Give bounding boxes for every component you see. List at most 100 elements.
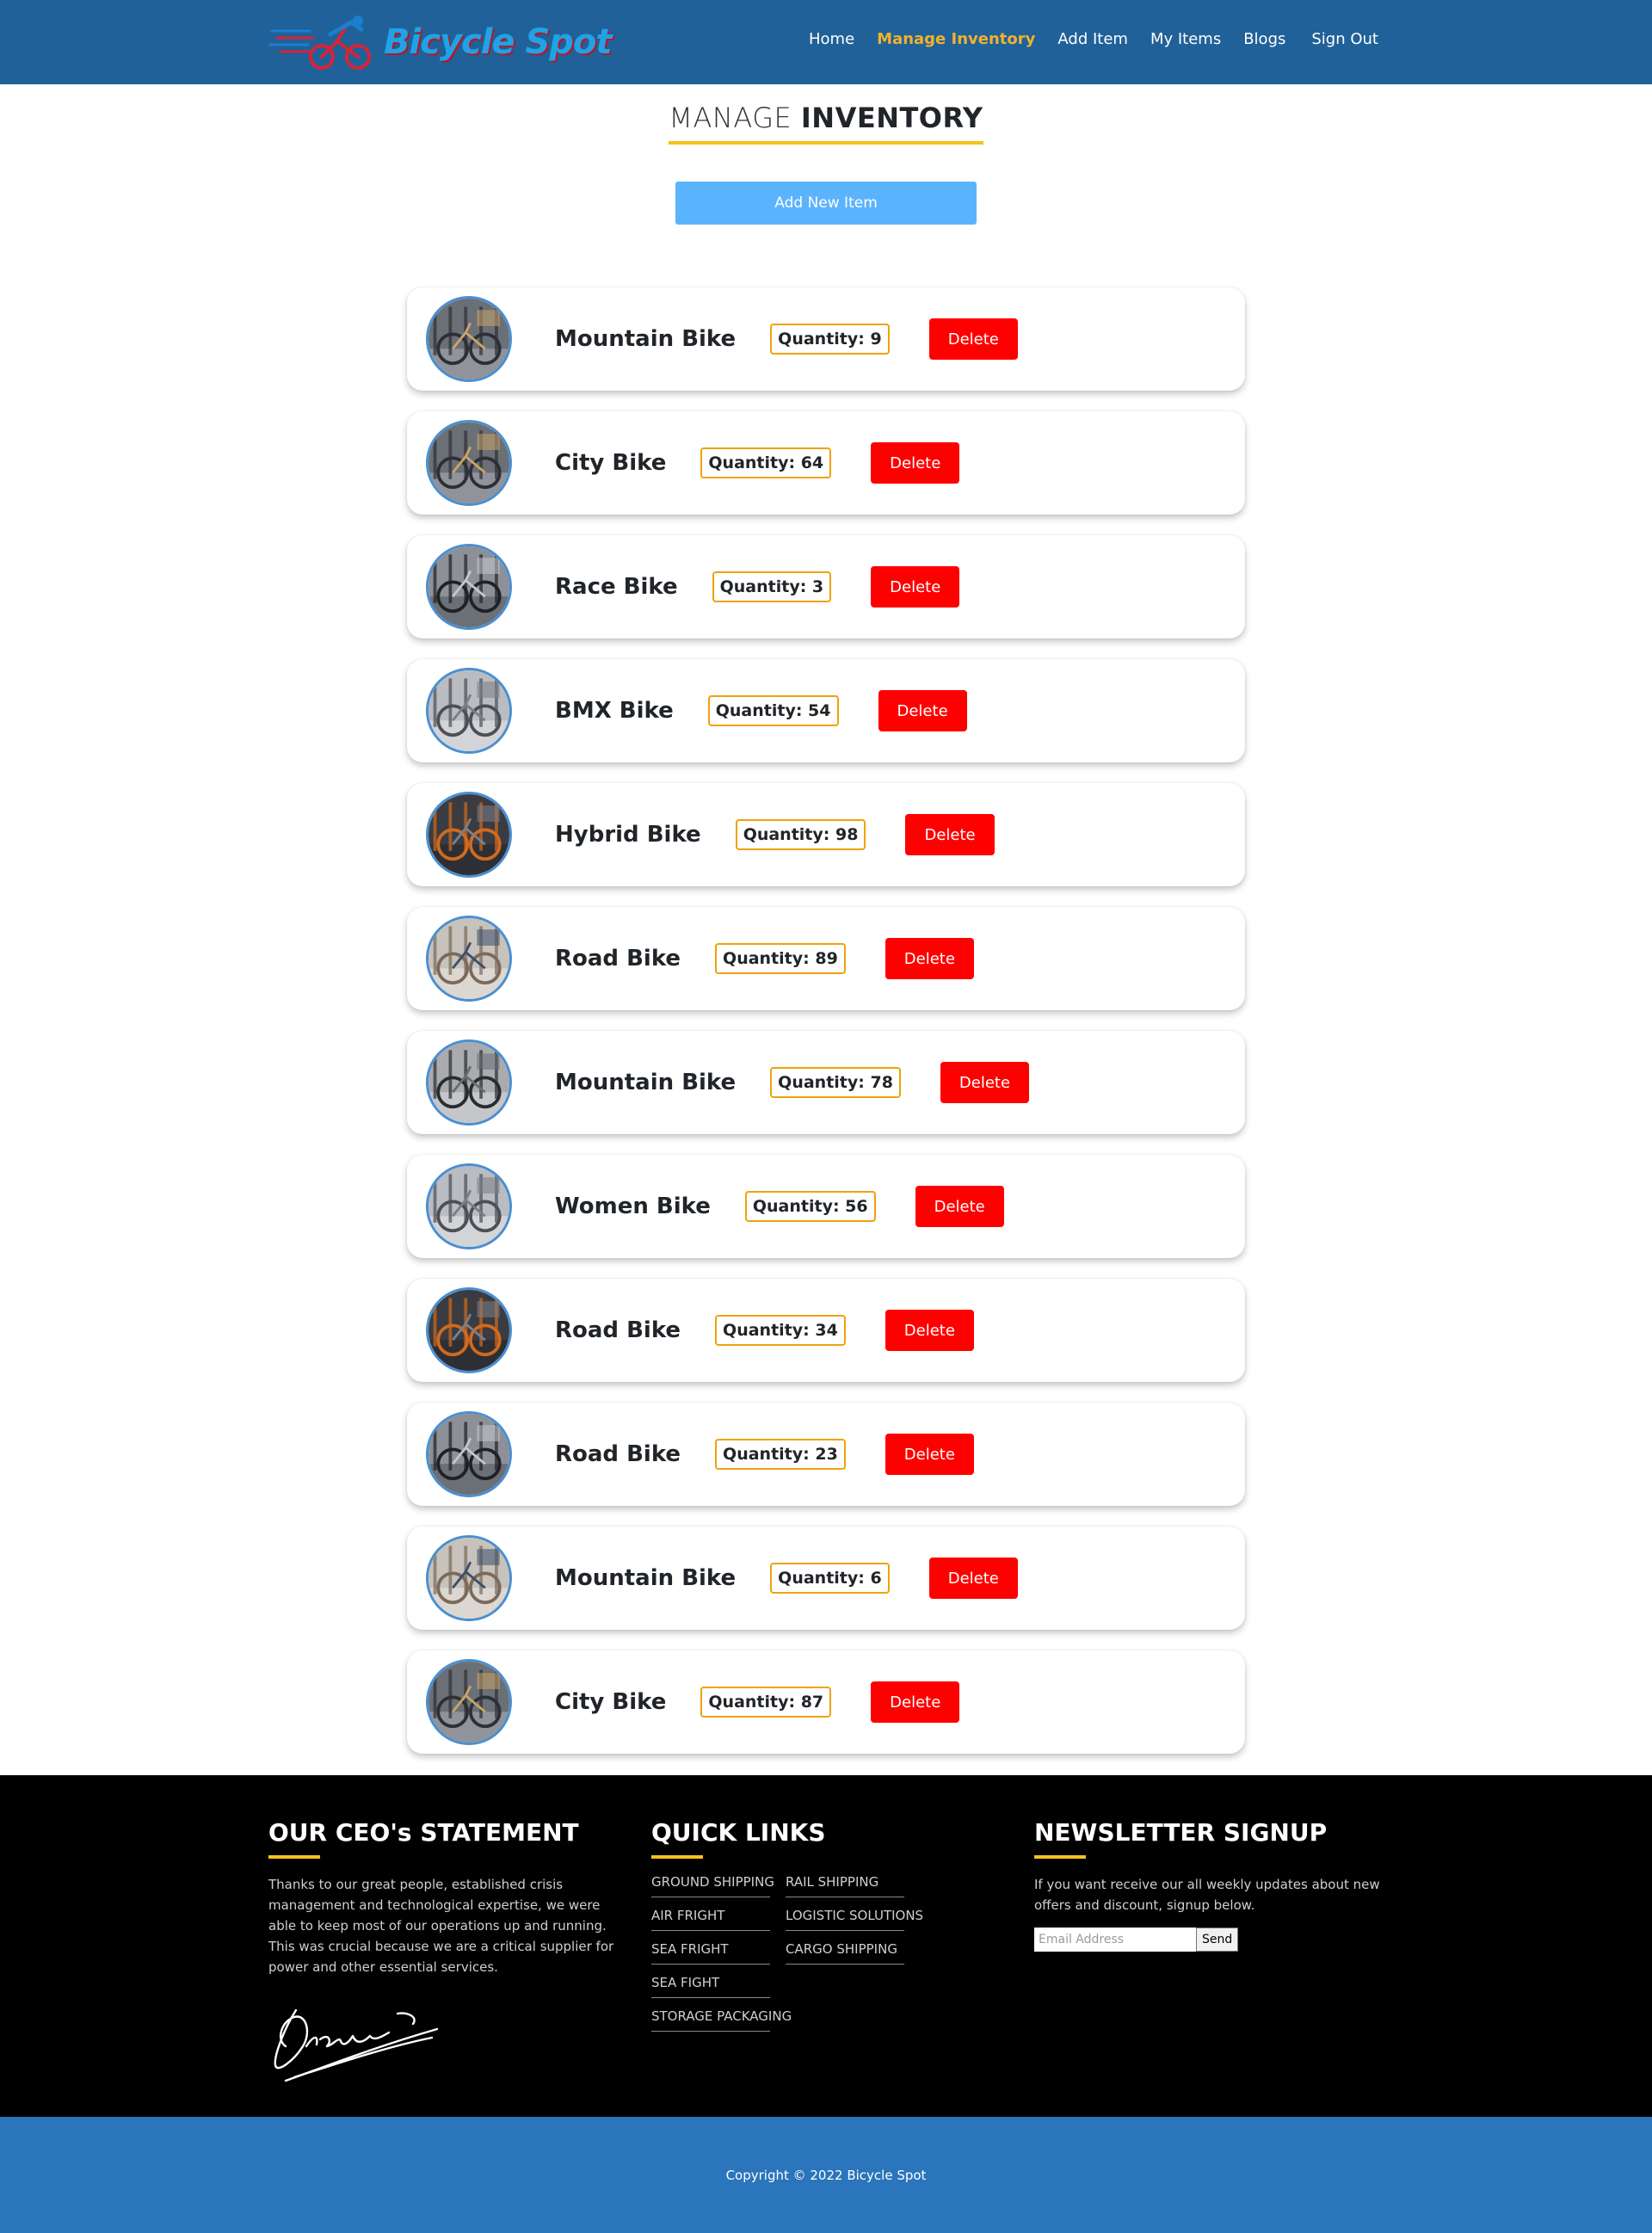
delete-button[interactable]: Delete [905,814,995,855]
item-details: Race Bike Quantity: 3 Delete [555,535,960,638]
item-quantity-badge: Quantity: 3 [712,571,832,602]
quick-links-section: QUICK LINKS GROUND SHIPPING RAIL SHIPPIN… [651,1818,978,2042]
footer: OUR CEO's STATEMENT Thanks to our great … [0,1775,1652,2117]
item-quantity-badge: Quantity: 6 [770,1563,890,1594]
item-image [426,296,512,382]
item-name: Road Bike [555,1441,681,1467]
bike-tires-photo [428,546,509,627]
ceo-statement-title: OUR CEO's STATEMENT [268,1818,579,1847]
grid-spacer [786,1975,904,2008]
item-quantity-badge: Quantity: 78 [770,1067,901,1098]
item-name: Race Bike [555,574,678,600]
navbar: Bicycle Spot Home Manage Inventory Add I… [0,0,1652,84]
delete-button[interactable]: Delete [928,318,1018,360]
quick-link-air-fright[interactable]: AIR FRIGHT [651,1908,770,1931]
cyclist-logo-icon [268,15,371,70]
item-quantity-badge: Quantity: 54 [707,695,839,726]
item-name: City Bike [555,450,667,476]
item-name: Road Bike [555,1317,681,1343]
nav-home[interactable]: Home [809,30,854,48]
quick-link-cargo-shipping[interactable]: CARGO SHIPPING [786,1941,904,1965]
bike-rack-photo [428,1290,509,1371]
inventory-item-card: Hybrid Bike Quantity: 98 Delete [407,783,1245,886]
send-button[interactable]: Send [1196,1928,1239,1952]
item-details: City Bike Quantity: 87 Delete [555,1650,960,1754]
page-heading: MANAGE INVENTORY [0,102,1652,145]
email-field[interactable] [1034,1928,1196,1952]
item-details: Road Bike Quantity: 34 Delete [555,1279,974,1382]
delete-button[interactable]: Delete [940,1062,1030,1103]
item-name: Mountain Bike [555,326,737,352]
title-underline [268,1855,320,1859]
mechanic-photo [428,1538,509,1619]
item-name: Hybrid Bike [555,822,701,848]
bike-shop-photo [428,1662,509,1743]
quick-link-rail-shipping[interactable]: RAIL SHIPPING [786,1874,904,1897]
bike-store-photo [428,1166,509,1247]
delete-button[interactable]: Delete [885,1310,974,1351]
ceo-statement-text: Thanks to our great people, established … [268,1877,614,1975]
nav-add-item[interactable]: Add Item [1057,30,1128,48]
item-details: BMX Bike Quantity: 54 Delete [555,659,967,762]
item-image [426,1163,512,1249]
newsletter-section: NEWSLETTER SIGNUP If you want receive ou… [1034,1818,1387,1952]
copyright-bar: Copyright © 2022 Bicycle Spot [0,2117,1652,2233]
page-title-light: MANAGE [669,102,792,134]
quick-link-logistic-solutions[interactable]: LOGISTIC SOLUTIONS [786,1908,923,1931]
bike-store-photo [428,670,509,751]
delete-button[interactable]: Delete [915,1186,1004,1227]
nav-manage-inventory[interactable]: Manage Inventory [877,30,1035,48]
item-image [426,1039,512,1126]
item-details: Mountain Bike Quantity: 78 Delete [555,1031,1030,1134]
nav-sign-out[interactable]: Sign Out [1311,30,1378,48]
item-image [426,668,512,754]
title-underline [651,1855,703,1859]
signature-icon [274,2008,439,2082]
inventory-item-card: City Bike Quantity: 87 Delete [407,1650,1245,1754]
nav-my-items[interactable]: My Items [1150,30,1221,48]
inventory-item-card: Mountain Bike Quantity: 9 Delete [407,287,1245,391]
brand-logo-link[interactable]: Bicycle Spot [268,12,613,72]
item-image [426,1287,512,1373]
delete-button[interactable]: Delete [871,566,960,608]
delete-button[interactable]: Delete [928,1558,1018,1599]
bike-rack-photo [428,794,509,875]
mechanic-photo [428,918,509,999]
delete-button[interactable]: Delete [871,442,960,484]
page-title: MANAGE INVENTORY [669,102,983,145]
quick-link-sea-fight[interactable]: SEA FIGHT [651,1975,770,1998]
item-details: Road Bike Quantity: 89 Delete [555,907,974,1010]
inventory-item-card: Road Bike Quantity: 23 Delete [407,1403,1245,1506]
item-image [426,420,512,506]
delete-button[interactable]: Delete [885,938,974,979]
add-new-item-button[interactable]: Add New Item [675,182,977,225]
inventory-item-card: Road Bike Quantity: 89 Delete [407,907,1245,1010]
item-quantity-badge: Quantity: 23 [715,1439,846,1470]
delete-button[interactable]: Delete [885,1434,974,1475]
item-name: Women Bike [555,1194,711,1219]
bike-tires-photo [428,1414,509,1495]
item-quantity-badge: Quantity: 56 [744,1191,876,1222]
item-name: BMX Bike [555,698,674,724]
inventory-item-card: Road Bike Quantity: 34 Delete [407,1279,1245,1382]
item-name: Mountain Bike [555,1565,737,1591]
brand-name: Bicycle Spot [384,22,613,62]
bike-wheels-photo [428,1042,509,1123]
item-name: Road Bike [555,946,681,972]
item-image [426,544,512,630]
nav-blogs[interactable]: Blogs [1243,30,1285,48]
quick-link-sea-fright[interactable]: SEA FRIGHT [651,1941,770,1965]
newsletter-title: NEWSLETTER SIGNUP [1034,1818,1328,1847]
bike-shop-photo [428,423,509,503]
item-quantity-badge: Quantity: 9 [770,324,890,355]
delete-button[interactable]: Delete [878,690,967,731]
delete-button[interactable]: Delete [871,1681,960,1723]
item-image [426,1535,512,1621]
item-quantity-badge: Quantity: 34 [715,1315,846,1346]
inventory-item-card: Women Bike Quantity: 56 Delete [407,1155,1245,1258]
bike-shop-photo [428,299,509,379]
item-image [426,792,512,878]
quick-link-ground-shipping[interactable]: GROUND SHIPPING [651,1874,774,1897]
item-quantity-badge: Quantity: 89 [715,943,846,974]
quick-link-storage-packaging[interactable]: STORAGE PACKAGING [651,2008,792,2032]
